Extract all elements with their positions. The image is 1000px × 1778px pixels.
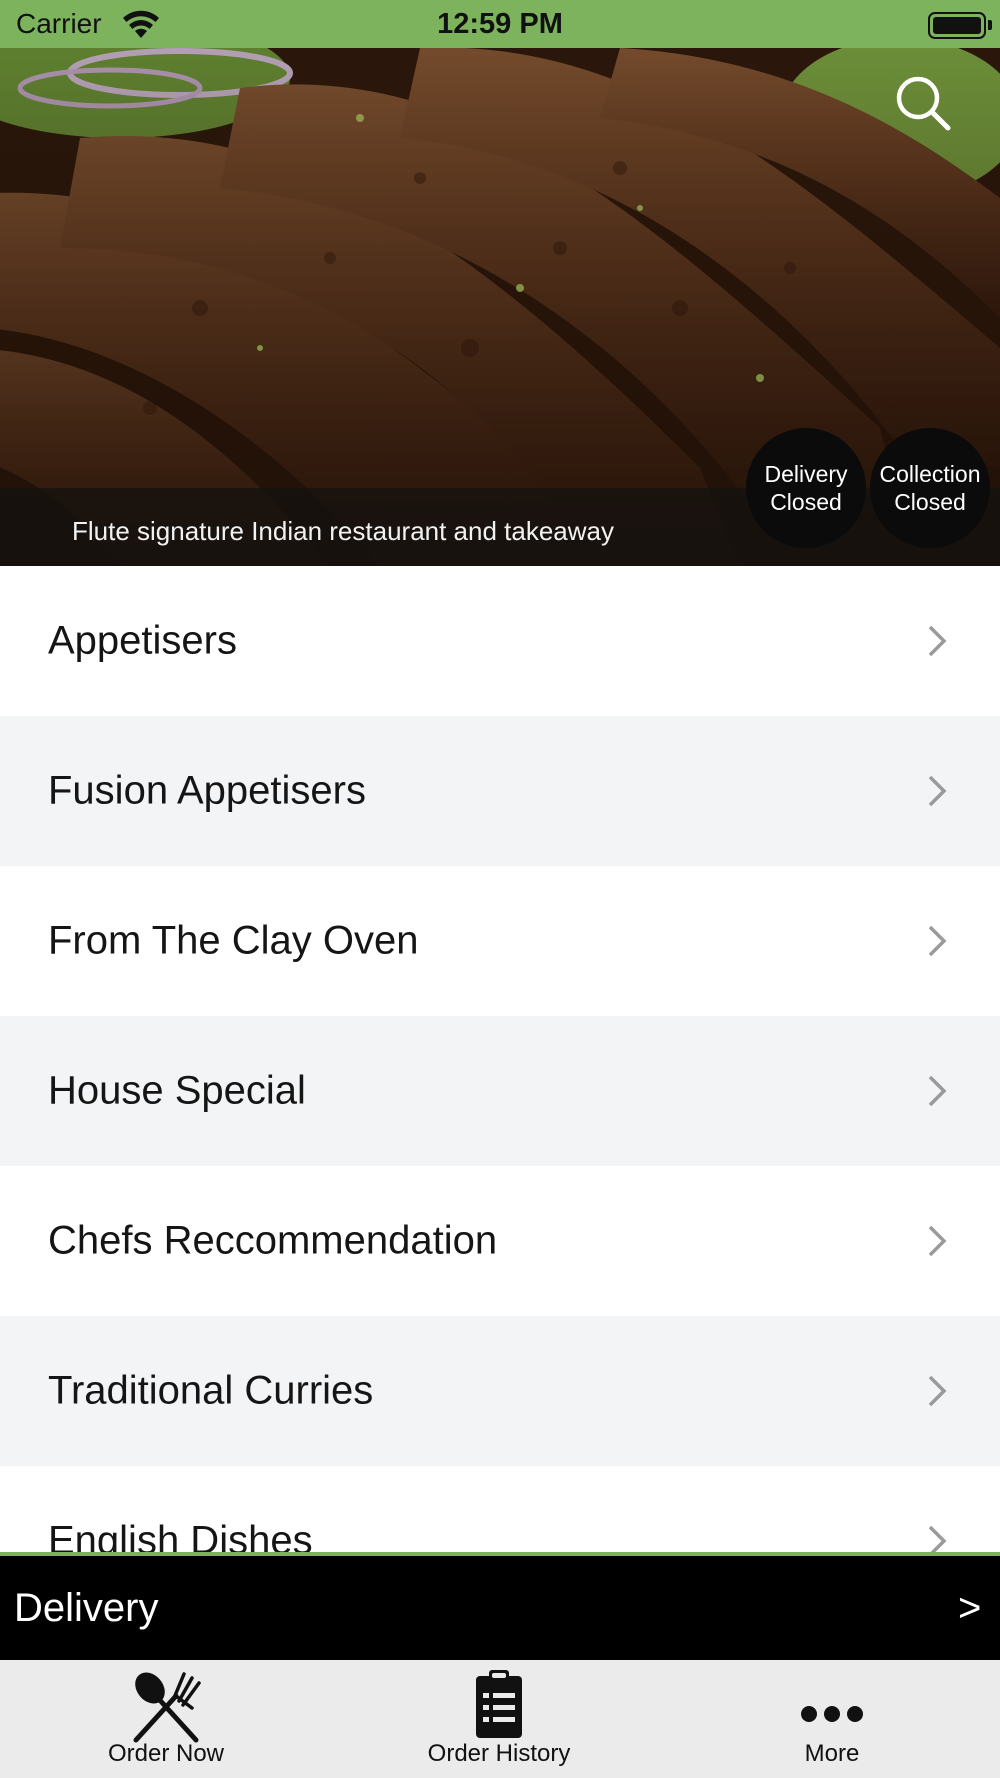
tab-order-history[interactable]: Order History [399,1660,599,1778]
chevron-right-icon [928,1375,947,1407]
hero-banner: Flute signature Indian restaurant and ta… [0,48,1000,566]
menu-item-label: House Special [48,1068,306,1113]
menu-item-traditional-curries[interactable]: Traditional Curries [0,1316,1000,1466]
menu-item-label: Traditional Curries [48,1368,374,1413]
chevron-right-icon [928,1075,947,1107]
tab-order-history-label: Order History [427,1740,571,1767]
battery-tip [988,20,992,30]
menu-item-fusion-appetisers[interactable]: Fusion Appetisers [0,716,1000,866]
menu-item-clay-oven[interactable]: From The Clay Oven [0,866,1000,1016]
tab-order-now[interactable]: Order Now [66,1660,266,1778]
chevron-right-icon [928,925,947,957]
collection-status-badge: Collection Closed [870,428,990,548]
menu-item-house-special[interactable]: House Special [0,1016,1000,1166]
menu-item-english-dishes[interactable]: English Dishes [0,1466,1000,1556]
delivery-arrow: > [958,1586,982,1630]
menu-item-label: Appetisers [48,618,237,663]
fork-spoon-icon [133,1672,201,1743]
delivery-mode-label: Delivery [14,1586,159,1630]
tab-more[interactable]: More [732,1660,932,1778]
tab-order-now-label: Order Now [107,1740,225,1767]
menu-item-label: English Dishes [48,1518,313,1557]
menu-item-chefs-recommendation[interactable]: Chefs Reccommendation [0,1166,1000,1316]
menu-item-label: From The Clay Oven [48,918,419,963]
delivery-status-title: Delivery [764,461,848,487]
restaurant-tagline: Flute signature Indian restaurant and ta… [72,516,615,546]
menu-category-list[interactable]: Appetisers Fusion Appetisers From The Cl… [0,566,1000,1556]
delivery-status-badge: Delivery Closed [746,428,866,548]
search-icon[interactable] [892,72,954,134]
delivery-status-value: Closed [770,489,842,515]
chevron-right-icon [928,625,947,657]
bottom-tab-bar: Order Now Order History More [0,1660,1000,1778]
clipboard-list-icon [476,1670,522,1738]
menu-item-appetisers[interactable]: Appetisers [0,566,1000,716]
clock-time: 12:59 PM [437,8,563,40]
chevron-right-icon [928,1225,947,1257]
tab-more-label: More [804,1740,860,1767]
collection-status-title: Collection [879,461,981,487]
collection-status-value: Closed [894,489,966,515]
menu-item-label: Fusion Appetisers [48,768,366,813]
ellipsis-icon [801,1706,863,1722]
chevron-right-icon [928,775,947,807]
menu-item-label: Chefs Reccommendation [48,1218,498,1263]
status-bar: Carrier 12:59 PM [0,0,1000,48]
delivery-mode-button[interactable]: Delivery > [0,1556,1000,1660]
battery-icon [928,12,986,39]
